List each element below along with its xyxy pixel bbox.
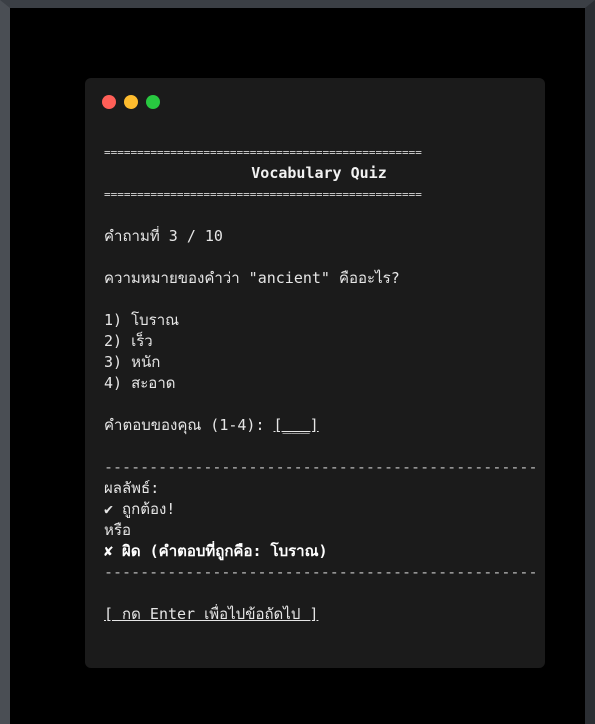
terminal-window: ========================================… xyxy=(85,78,545,668)
maximize-button[interactable] xyxy=(146,95,160,109)
question-counter: คำถามที่ 3 / 10 xyxy=(104,227,223,245)
question-text: ความหมายของคำว่า "ancient" คืออะไร? xyxy=(104,269,400,287)
answer-input[interactable]: [___] xyxy=(274,415,319,436)
header-rule-bottom: ========================================… xyxy=(104,188,422,201)
option-2[interactable]: 2) เร็ว xyxy=(104,331,544,352)
answer-row: คำตอบของคุณ (1-4): [___] xyxy=(104,415,544,436)
answer-prompt: คำตอบของคุณ (1-4): xyxy=(104,416,274,434)
option-4[interactable]: 4) สะอาด xyxy=(104,373,544,394)
terminal-content: ========================================… xyxy=(104,142,544,625)
wrong-message: ✘ ผิด (คำตอบที่ถูกคือ: โบราณ) xyxy=(104,542,328,560)
result-label: ผลลัพธ์: xyxy=(104,479,160,497)
or-separator: หรือ xyxy=(104,521,131,539)
header-rule-top: ========================================… xyxy=(104,146,422,159)
option-3[interactable]: 3) หนัก xyxy=(104,352,544,373)
screen-background: ========================================… xyxy=(0,0,595,724)
window-controls xyxy=(102,95,160,109)
result-rule-bottom: ----------------------------------------… xyxy=(104,563,539,581)
option-1[interactable]: 1) โบราณ xyxy=(104,310,544,331)
quiz-title: Vocabulary Quiz xyxy=(251,164,387,182)
close-button[interactable] xyxy=(102,95,116,109)
continue-link[interactable]: [ กด Enter เพื่อไปข้อถัดไป ] xyxy=(104,604,544,625)
result-rule-top: ----------------------------------------… xyxy=(104,458,539,476)
minimize-button[interactable] xyxy=(124,95,138,109)
correct-message: ✔ ถูกต้อง! xyxy=(104,500,176,518)
